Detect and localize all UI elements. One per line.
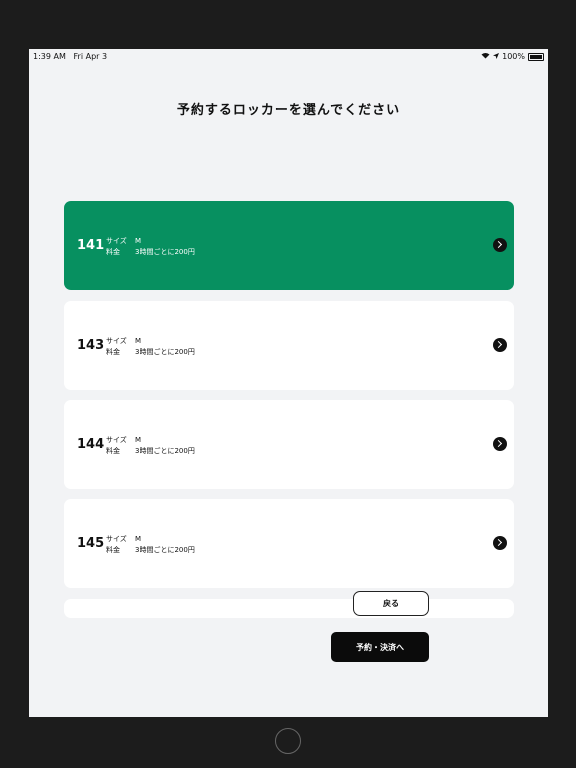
status-time: 1:39 AM bbox=[33, 52, 66, 61]
chevron-right-icon bbox=[493, 238, 507, 252]
wifi-icon bbox=[481, 52, 490, 61]
locker-card-partial[interactable] bbox=[64, 599, 514, 618]
status-left: 1:39 AM Fri Apr 3 bbox=[33, 52, 107, 61]
status-bar: 1:39 AM Fri Apr 3 100% bbox=[29, 49, 548, 63]
size-label: サイズ bbox=[106, 535, 127, 543]
battery-icon bbox=[528, 52, 544, 61]
status-date: Fri Apr 3 bbox=[73, 52, 108, 61]
page-title: 予約するロッカーを選んでください bbox=[176, 103, 401, 118]
chevron-right-icon bbox=[493, 338, 507, 352]
battery-percent: 100% bbox=[502, 52, 525, 61]
locker-card-144[interactable]: 144 サイズ M 料金 3時間ごとに200円 bbox=[64, 400, 514, 489]
locker-info: サイズ M 料金 3時間ごとに200円 bbox=[106, 534, 195, 556]
status-right: 100% bbox=[481, 52, 544, 61]
location-icon bbox=[493, 52, 500, 61]
size-label: サイズ bbox=[106, 436, 127, 444]
locker-info: サイズ M 料金 3時間ごとに200円 bbox=[106, 236, 195, 258]
back-button[interactable]: 戻る bbox=[353, 591, 429, 616]
locker-card-145[interactable]: 145 サイズ M 料金 3時間ごとに200円 bbox=[64, 499, 514, 588]
home-button[interactable] bbox=[275, 728, 301, 754]
locker-number: 143 bbox=[77, 338, 105, 353]
fee-value: 3時間ごとに200円 bbox=[135, 447, 195, 455]
locker-number: 145 bbox=[77, 536, 105, 551]
reserve-pay-button[interactable]: 予約・決済へ bbox=[331, 632, 429, 662]
size-value: M bbox=[135, 535, 142, 543]
fee-value: 3時間ごとに200円 bbox=[135, 348, 195, 356]
fee-label: 料金 bbox=[106, 546, 120, 554]
locker-card-143[interactable]: 143 サイズ M 料金 3時間ごとに200円 bbox=[64, 301, 514, 390]
locker-number: 141 bbox=[77, 238, 105, 253]
fee-value: 3時間ごとに200円 bbox=[135, 248, 195, 256]
fee-value: 3時間ごとに200円 bbox=[135, 546, 195, 554]
size-label: サイズ bbox=[106, 237, 127, 245]
fee-label: 料金 bbox=[106, 248, 120, 256]
app-screen: 1:39 AM Fri Apr 3 100% 予約するロッカーを選んでください … bbox=[29, 49, 548, 717]
size-value: M bbox=[135, 436, 142, 444]
size-value: M bbox=[135, 237, 142, 245]
size-label: サイズ bbox=[106, 337, 127, 345]
locker-info: サイズ M 料金 3時間ごとに200円 bbox=[106, 435, 195, 457]
locker-card-141[interactable]: 141 サイズ M 料金 3時間ごとに200円 bbox=[64, 201, 514, 290]
chevron-right-icon bbox=[493, 536, 507, 550]
size-value: M bbox=[135, 337, 142, 345]
fee-label: 料金 bbox=[106, 348, 120, 356]
locker-info: サイズ M 料金 3時間ごとに200円 bbox=[106, 336, 195, 358]
fee-label: 料金 bbox=[106, 447, 120, 455]
chevron-right-icon bbox=[493, 437, 507, 451]
locker-number: 144 bbox=[77, 437, 105, 452]
